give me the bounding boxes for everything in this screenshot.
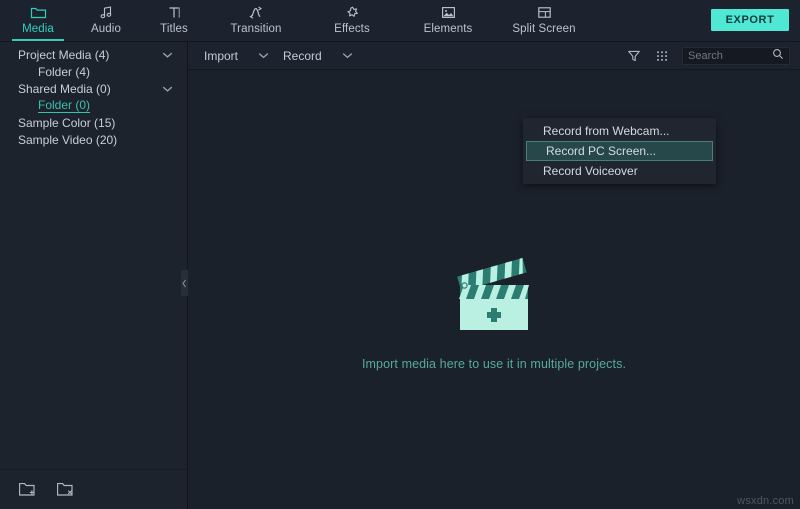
grid-view-icon[interactable] bbox=[650, 44, 674, 68]
chevron-down-icon[interactable] bbox=[162, 51, 173, 58]
tab-media[interactable]: Media bbox=[4, 0, 72, 42]
tab-elements[interactable]: Elements bbox=[400, 0, 496, 42]
import-menu-button[interactable]: Import bbox=[204, 42, 269, 70]
tree-item-sample-color[interactable]: Sample Color (15) bbox=[0, 114, 187, 131]
record-dropdown-menu: Record from Webcam... Record PC Screen..… bbox=[523, 118, 716, 184]
tree-item-label: Project Media (4) bbox=[18, 48, 109, 62]
record-menu-button[interactable]: Record bbox=[283, 42, 353, 70]
tree-item-label: Folder (4) bbox=[38, 65, 90, 79]
grid-split-icon bbox=[536, 4, 553, 21]
sidebar-collapse-handle[interactable] bbox=[181, 270, 188, 296]
import-label: Import bbox=[204, 49, 238, 63]
tab-effects[interactable]: Effects bbox=[304, 0, 400, 42]
tree-item-project-folder[interactable]: Folder (4) bbox=[0, 63, 187, 80]
import-hint-text: Import media here to use it in multiple … bbox=[362, 357, 626, 371]
tree-item-shared-folder[interactable]: Folder (0) bbox=[0, 97, 187, 114]
tab-transition-label: Transition bbox=[230, 23, 281, 36]
media-main-panel: Import Record bbox=[188, 42, 800, 509]
tab-elements-label: Elements bbox=[424, 23, 473, 36]
tab-media-label: Media bbox=[22, 23, 54, 36]
tab-titles-label: Titles bbox=[160, 23, 188, 36]
top-tab-bar: Media Audio Titles Transition bbox=[0, 0, 800, 42]
sidebar-footer bbox=[0, 469, 187, 509]
menu-item-record-webcam[interactable]: Record from Webcam... bbox=[523, 121, 716, 141]
tab-titles[interactable]: Titles bbox=[140, 0, 208, 42]
menu-item-record-voiceover[interactable]: Record Voiceover bbox=[523, 161, 716, 181]
active-tab-underline bbox=[12, 39, 64, 41]
sparkle-icon bbox=[344, 4, 361, 21]
filter-funnel-icon[interactable] bbox=[622, 44, 646, 68]
tree-item-label: Sample Video (20) bbox=[18, 133, 117, 147]
delete-folder-icon[interactable] bbox=[55, 480, 77, 500]
text-t-icon bbox=[166, 4, 183, 21]
menu-item-label: Record PC Screen... bbox=[546, 144, 656, 158]
menu-item-label: Record Voiceover bbox=[543, 164, 638, 178]
app-window: Media Audio Titles Transition bbox=[0, 0, 800, 509]
tree-item-sample-video[interactable]: Sample Video (20) bbox=[0, 131, 187, 148]
search-icon[interactable] bbox=[772, 47, 784, 65]
clapperboard-plus-icon bbox=[451, 258, 537, 341]
tree-item-label: Folder (0) bbox=[38, 98, 90, 113]
tab-audio-label: Audio bbox=[91, 23, 121, 36]
export-button[interactable]: EXPORT bbox=[711, 9, 789, 31]
tab-list: Media Audio Titles Transition bbox=[0, 0, 592, 42]
menu-item-label: Record from Webcam... bbox=[543, 124, 669, 138]
tab-transition[interactable]: Transition bbox=[208, 0, 304, 42]
tab-split-screen-label: Split Screen bbox=[512, 23, 575, 36]
tab-split-screen[interactable]: Split Screen bbox=[496, 0, 592, 42]
new-folder-icon[interactable] bbox=[17, 480, 39, 500]
record-label: Record bbox=[283, 49, 322, 63]
media-tree: Project Media (4) Folder (4) Shared Medi… bbox=[0, 42, 187, 469]
search-box[interactable] bbox=[682, 47, 790, 65]
tree-item-project-media[interactable]: Project Media (4) bbox=[0, 46, 187, 63]
media-toolbar: Import Record bbox=[188, 42, 800, 70]
tab-audio[interactable]: Audio bbox=[72, 0, 140, 42]
search-input[interactable] bbox=[688, 50, 772, 62]
chevron-down-icon bbox=[342, 52, 353, 59]
media-library-sidebar: Project Media (4) Folder (4) Shared Medi… bbox=[0, 42, 188, 509]
zigzag-arrow-icon bbox=[248, 4, 265, 21]
tree-item-label: Shared Media (0) bbox=[18, 82, 111, 96]
picture-icon bbox=[440, 4, 457, 21]
tab-effects-label: Effects bbox=[334, 23, 370, 36]
body-split: Project Media (4) Folder (4) Shared Medi… bbox=[0, 42, 800, 509]
folder-icon bbox=[30, 4, 47, 21]
menu-item-record-pc-screen[interactable]: Record PC Screen... bbox=[526, 141, 713, 161]
tree-item-label: Sample Color (15) bbox=[18, 116, 115, 130]
chevron-down-icon bbox=[258, 52, 269, 59]
tree-item-shared-media[interactable]: Shared Media (0) bbox=[0, 80, 187, 97]
watermark: wsxdn.com bbox=[737, 495, 794, 507]
music-note-icon bbox=[98, 4, 115, 21]
chevron-down-icon[interactable] bbox=[162, 85, 173, 92]
